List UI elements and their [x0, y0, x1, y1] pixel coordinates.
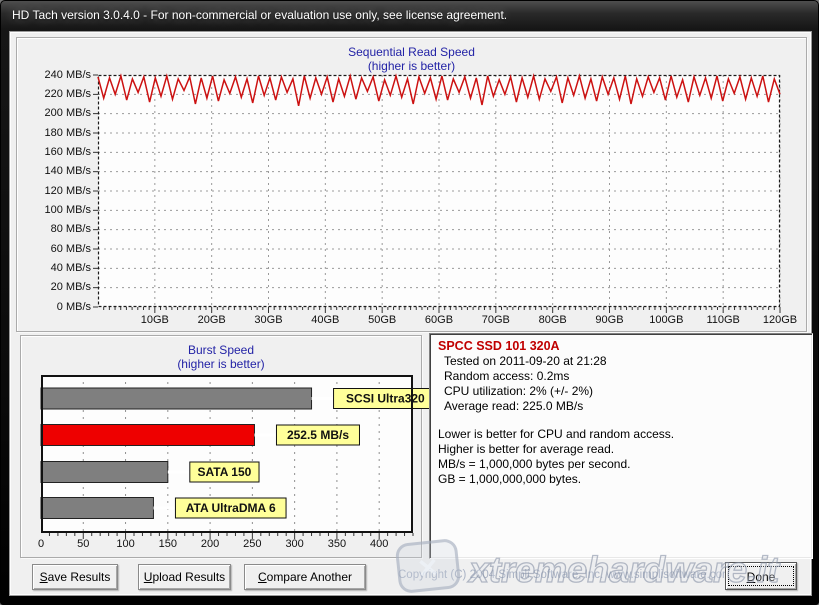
seq-x-tick-label: 40GB — [297, 314, 353, 326]
main-content: Sequential Read Speed (higher is better)… — [9, 31, 812, 596]
seq-y-tick-label: 60 MB/s — [19, 243, 91, 256]
save-label: ave Results — [48, 570, 111, 584]
seq-y-tick-label: 220 MB/s — [19, 88, 91, 101]
drive-info-line: CPU utilization: 2% (+/- 2%) — [438, 384, 804, 399]
seq-y-tick-label: 0 MB/s — [19, 301, 91, 314]
sequential-plot-area — [98, 75, 780, 307]
compare-label: ompare Another Drive — [267, 570, 352, 605]
info-note-line: MB/s = 1,000,000 bytes per second. — [438, 457, 804, 472]
info-notes: Lower is better for CPU and random acces… — [438, 427, 804, 487]
seq-x-tick-label: 20GB — [184, 314, 240, 326]
info-spacer — [438, 414, 804, 427]
burst-bar-label: SCSI Ultra320 — [346, 392, 425, 406]
seq-y-tick-label: 160 MB/s — [19, 146, 91, 159]
save-results-button[interactable]: Save Results — [32, 564, 118, 590]
burst-x-tick-label: 400 — [359, 538, 399, 550]
hdtach-window: HD Tach version 3.0.4.0 - For non-commer… — [0, 0, 819, 605]
burst-chart-title: Burst Speed — [21, 343, 421, 357]
done-button[interactable]: Done — [725, 562, 797, 590]
seq-x-tick-label: 80GB — [525, 314, 581, 326]
seq-y-tick-label: 40 MB/s — [19, 262, 91, 275]
sequential-chart-subtitle: (higher is better) — [17, 59, 806, 73]
compare-another-drive-button[interactable]: Compare Another Drive — [244, 564, 366, 590]
burst-bar-label: 252.5 MB/s — [287, 428, 349, 442]
done-accesskey: D — [747, 570, 756, 584]
drive-name: SPCC SSD 101 320A — [438, 338, 804, 354]
seq-y-tick-label: 180 MB/s — [19, 127, 91, 140]
seq-y-tick-label: 240 MB/s — [19, 69, 91, 82]
burst-x-tick-label: 300 — [275, 538, 315, 550]
seq-x-tick-label: 100GB — [638, 314, 694, 326]
info-note-line: Lower is better for CPU and random acces… — [438, 427, 804, 442]
drive-info-line: Random access: 0.2ms — [438, 369, 804, 384]
burst-x-tick-label: 250 — [232, 538, 272, 550]
done-focus-rect: Done — [728, 566, 794, 586]
sequential-line-chart — [98, 75, 780, 307]
burst-x-tick-label: 100 — [106, 538, 146, 550]
seq-x-tick-label: 90GB — [582, 314, 638, 326]
burst-x-tick-label: 0 — [21, 538, 61, 550]
info-note-line: GB = 1,000,000,000 bytes. — [438, 472, 804, 487]
burst-chart-subtitle: (higher is better) — [21, 357, 421, 371]
upload-results-button[interactable]: Upload Results — [138, 564, 231, 590]
seq-y-tick-label: 200 MB/s — [19, 107, 91, 120]
upload-label: pload Results — [152, 570, 225, 584]
burst-x-tick-label: 50 — [63, 538, 103, 550]
seq-x-tick-label: 70GB — [468, 314, 524, 326]
drive-info-line: Tested on 2011-09-20 at 21:28 — [438, 354, 804, 369]
compare-accesskey: C — [258, 570, 267, 584]
seq-y-tick-label: 100 MB/s — [19, 204, 91, 217]
burst-speed-chart-panel: Burst Speed (higher is better) SCSI Ultr… — [20, 335, 422, 558]
burst-bar-label: ATA UltraDMA 6 — [186, 501, 276, 515]
seq-y-tick-label: 120 MB/s — [19, 185, 91, 198]
seq-y-tick-label: 20 MB/s — [19, 281, 91, 294]
save-accesskey: S — [40, 570, 48, 584]
burst-bar-chart: SCSI Ultra320252.5 MB/sSATA 150ATA Ultra… — [41, 375, 413, 533]
window-title: HD Tach version 3.0.4.0 - For non-commer… — [12, 1, 507, 30]
seq-y-tick-label: 80 MB/s — [19, 223, 91, 236]
seq-x-tick-label: 110GB — [695, 314, 751, 326]
info-note-line: Higher is better for average read. — [438, 442, 804, 457]
seq-x-tick-label: 50GB — [354, 314, 410, 326]
seq-x-tick-label: 120GB — [752, 314, 808, 326]
seq-x-tick-label: 30GB — [241, 314, 297, 326]
titlebar: HD Tach version 3.0.4.0 - For non-commer… — [1, 1, 818, 31]
sequential-chart-title: Sequential Read Speed — [17, 45, 806, 59]
done-label: one — [755, 570, 775, 584]
drive-info-line: Average read: 225.0 MB/s — [438, 399, 804, 414]
copyright-text: Copyright (C) 2004 Simpli Software, Inc.… — [398, 569, 728, 581]
burst-x-tick-label: 350 — [317, 538, 357, 550]
seq-x-tick-label: 10GB — [127, 314, 183, 326]
burst-plot-area: SCSI Ultra320252.5 MB/sSATA 150ATA Ultra… — [41, 375, 413, 533]
seq-y-tick-label: 140 MB/s — [19, 165, 91, 178]
burst-x-tick-label: 200 — [190, 538, 230, 550]
burst-bar-label: SATA 150 — [198, 465, 252, 479]
drive-test-results: Tested on 2011-09-20 at 21:28Random acce… — [438, 354, 804, 414]
seq-x-tick-label: 60GB — [411, 314, 467, 326]
sequential-read-chart-panel: Sequential Read Speed (higher is better)… — [16, 37, 807, 332]
burst-x-tick-label: 150 — [148, 538, 188, 550]
drive-info-panel: SPCC SSD 101 320A Tested on 2011-09-20 a… — [429, 333, 813, 559]
